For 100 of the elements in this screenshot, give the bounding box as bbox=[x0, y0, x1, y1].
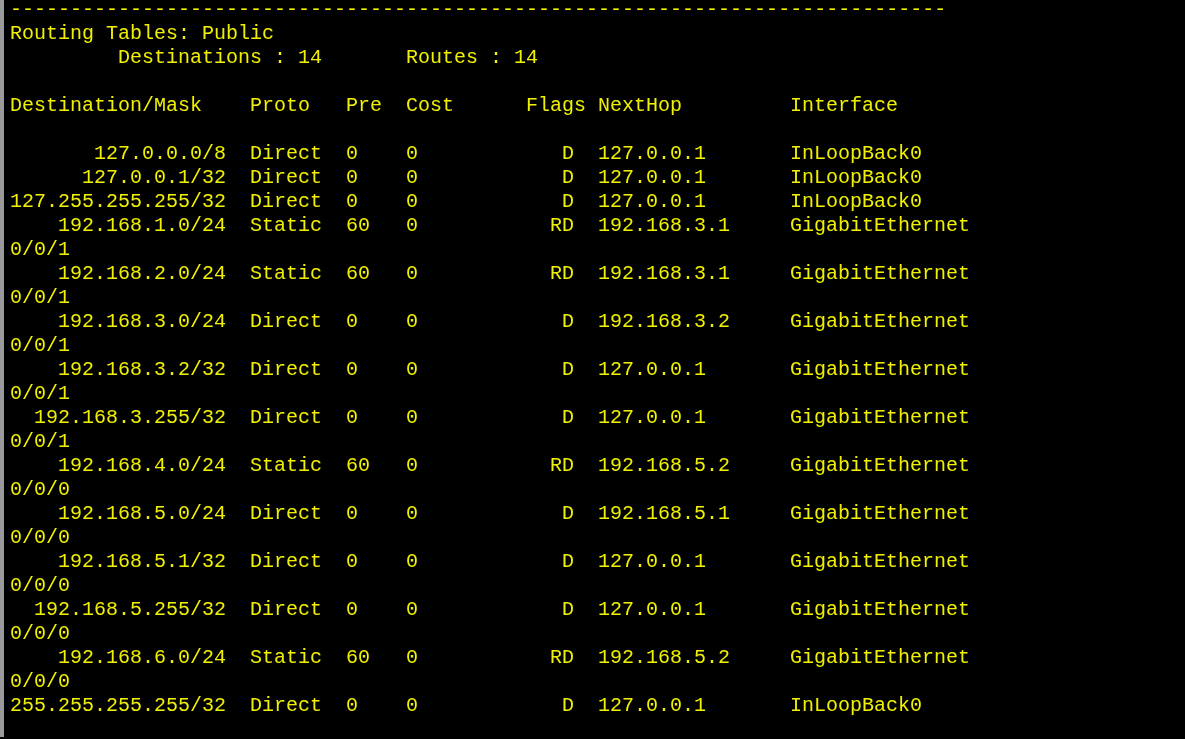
table-cell-text: GigabitEthernet bbox=[790, 406, 972, 430]
table-cell: 0/0/0 bbox=[10, 622, 70, 646]
table-cell-text: 60 bbox=[346, 262, 372, 286]
table-cell-text: 192.168.1.0/24 bbox=[57, 214, 228, 238]
table-cell-text: Direct bbox=[250, 310, 324, 334]
table-cell-text: RD bbox=[549, 454, 576, 478]
column-header: Destination/Mask bbox=[10, 94, 204, 118]
table-cell-text: InLoopBack0 bbox=[790, 694, 924, 718]
table-cell-text: D bbox=[561, 190, 576, 214]
table-cell-text: 192.168.5.1/32 bbox=[57, 550, 228, 574]
table-cell-text: 0 bbox=[346, 598, 360, 622]
routes-count: Routes : 14 bbox=[406, 46, 539, 70]
table-cell-text: 192.168.2.0/24 bbox=[57, 262, 228, 286]
table-cell-text: 192.168.5.0/24 bbox=[57, 502, 228, 526]
table-cell-text: RD bbox=[549, 646, 576, 670]
column-header: Flags bbox=[526, 94, 588, 118]
table-cell-text: 127.0.0.0/8 bbox=[93, 142, 228, 166]
table-cell-text: GigabitEthernet bbox=[790, 502, 972, 526]
table-cell-text: 192.168.3.1 bbox=[598, 262, 732, 286]
table-cell-text: 0 bbox=[346, 358, 360, 382]
table-cell-text: 0 bbox=[346, 406, 360, 430]
table-cell-text: 192.168.3.1 bbox=[598, 214, 732, 238]
table-cell-text: 0 bbox=[346, 310, 360, 334]
table-cell-text: 0 bbox=[406, 214, 420, 238]
table-cell-text: Static bbox=[250, 646, 324, 670]
routing-table-title: Routing Tables: Public bbox=[10, 22, 275, 46]
table-cell-text: RD bbox=[549, 214, 576, 238]
column-header: Proto bbox=[250, 94, 312, 118]
table-cell-text: Direct bbox=[250, 598, 324, 622]
table-cell-text: 192.168.5.1 bbox=[598, 502, 732, 526]
column-header: Interface bbox=[790, 94, 900, 118]
table-cell-text: 255.255.255.255/32 bbox=[10, 694, 228, 718]
column-header: Pre bbox=[346, 94, 384, 118]
table-cell-text: GigabitEthernet bbox=[790, 310, 972, 334]
table-cell: 0/0/0 bbox=[10, 574, 70, 598]
table-cell-text: D bbox=[561, 142, 576, 166]
table-cell-text: 0 bbox=[406, 166, 420, 190]
column-header: NextHop bbox=[598, 94, 684, 118]
table-cell-text: InLoopBack0 bbox=[790, 142, 924, 166]
table-cell-text: 0 bbox=[406, 502, 420, 526]
table-cell: 0/0/1 bbox=[10, 334, 70, 358]
table-cell-text: D bbox=[561, 550, 576, 574]
table-cell: 0/0/0 bbox=[10, 526, 70, 550]
table-cell: 0/0/1 bbox=[10, 382, 70, 406]
table-cell-text: 192.168.3.0/24 bbox=[57, 310, 228, 334]
table-cell-text: 0 bbox=[346, 190, 360, 214]
table-cell-text: GigabitEthernet bbox=[790, 550, 972, 574]
table-cell-text: 0 bbox=[406, 142, 420, 166]
table-cell-text: 127.255.255.255/32 bbox=[10, 190, 228, 214]
table-cell-text: 127.0.0.1/32 bbox=[81, 166, 228, 190]
table-cell-text: 0 bbox=[406, 190, 420, 214]
table-cell-text: Direct bbox=[250, 190, 324, 214]
table-cell-text: 192.168.5.2 bbox=[598, 646, 732, 670]
table-cell-text: 0 bbox=[346, 502, 360, 526]
table-cell-text: Static bbox=[250, 214, 324, 238]
table-cell-text: D bbox=[561, 406, 576, 430]
table-cell-text: 127.0.0.1 bbox=[598, 190, 708, 214]
table-cell-text: 0 bbox=[406, 646, 420, 670]
table-cell-text: Direct bbox=[250, 502, 324, 526]
table-cell-text: 127.0.0.1 bbox=[598, 550, 708, 574]
table-cell-text: 192.168.5.2 bbox=[598, 454, 732, 478]
table-cell-text: 127.0.0.1 bbox=[598, 694, 708, 718]
table-cell-text: GigabitEthernet bbox=[790, 358, 972, 382]
table-cell-text: Static bbox=[250, 454, 324, 478]
table-cell-text: 0 bbox=[406, 358, 420, 382]
table-cell-text: Direct bbox=[250, 142, 324, 166]
table-cell: 0/0/0 bbox=[10, 670, 70, 694]
table-cell: 0/0/0 bbox=[10, 478, 70, 502]
table-cell-text: 0 bbox=[406, 598, 420, 622]
table-cell-text: 60 bbox=[346, 214, 372, 238]
table-cell-text: 0 bbox=[406, 310, 420, 334]
table-cell-text: 60 bbox=[346, 646, 372, 670]
table-cell-text: InLoopBack0 bbox=[790, 166, 924, 190]
table-cell-text: 60 bbox=[346, 454, 372, 478]
table-cell-text: D bbox=[561, 598, 576, 622]
table-cell-text: 192.168.3.2/32 bbox=[57, 358, 228, 382]
table-cell-text: 127.0.0.1 bbox=[598, 142, 708, 166]
table-cell-text: 0 bbox=[406, 406, 420, 430]
table-cell-text: 192.168.4.0/24 bbox=[57, 454, 228, 478]
table-cell-text: GigabitEthernet bbox=[790, 262, 972, 286]
table-cell-text: Direct bbox=[250, 406, 324, 430]
table-cell-text: 192.168.6.0/24 bbox=[57, 646, 228, 670]
table-cell-text: 127.0.0.1 bbox=[598, 598, 708, 622]
table-cell-text: 0 bbox=[406, 550, 420, 574]
table-cell-text: D bbox=[561, 358, 576, 382]
table-cell-text: 0 bbox=[346, 142, 360, 166]
table-cell-text: 0 bbox=[406, 454, 420, 478]
table-cell-text: D bbox=[561, 502, 576, 526]
table-cell: 0/0/1 bbox=[10, 286, 70, 310]
table-cell-text: D bbox=[561, 310, 576, 334]
table-cell-text: 127.0.0.1 bbox=[598, 358, 708, 382]
table-cell-text: 0 bbox=[406, 694, 420, 718]
table-cell-text: GigabitEthernet bbox=[790, 454, 972, 478]
table-cell: 0/0/1 bbox=[10, 238, 70, 262]
table-cell-text: 127.0.0.1 bbox=[598, 166, 708, 190]
table-cell-text: 192.168.3.2 bbox=[598, 310, 732, 334]
table-cell-text: GigabitEthernet bbox=[790, 214, 972, 238]
table-cell: 0/0/1 bbox=[10, 430, 70, 454]
table-cell-text: Direct bbox=[250, 550, 324, 574]
table-cell-text: Static bbox=[250, 262, 324, 286]
